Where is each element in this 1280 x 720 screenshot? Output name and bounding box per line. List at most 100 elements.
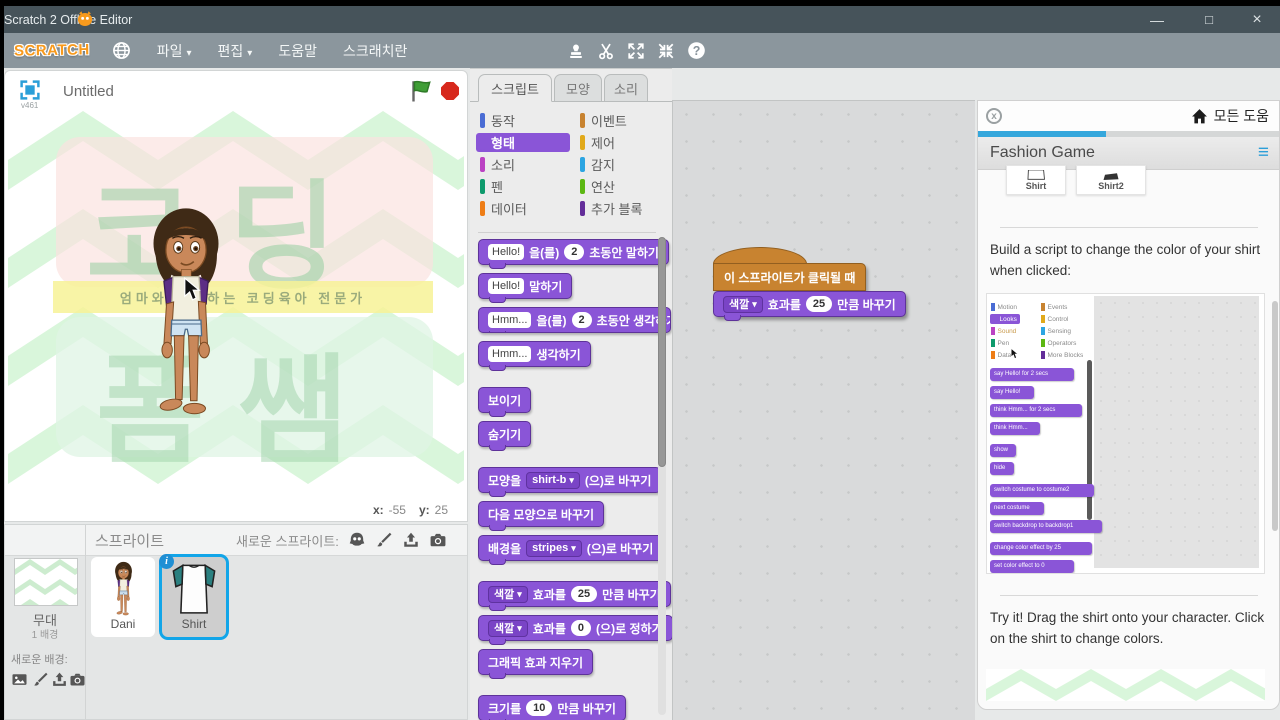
menu-file[interactable]: 파일 [157,41,192,61]
app-window: Scratch 2 Offline Editor — □ × SCRATCH 파… [0,0,1280,720]
hat-block-dome [713,247,807,264]
hamburger-menu-icon[interactable]: ≡ [1258,142,1269,164]
shrink-sprite-icon[interactable] [657,42,675,60]
block-change-effect-script[interactable]: 색깔효과를 25만큼 바꾸기 [713,291,906,321]
block-set-effect[interactable]: 색깔효과를 0(으)로 정하기 [478,615,673,645]
category-control[interactable]: 제어 [576,133,670,152]
delete-scissors-icon[interactable] [597,42,615,60]
watermark-banner: 엄마와 함께하는 코딩육아 전문가 [53,281,433,313]
category-sound[interactable]: 소리 [476,155,570,174]
category-data[interactable]: 데이터 [476,199,570,218]
category-events[interactable]: 이벤트 [576,111,670,130]
sprite-info-icon[interactable]: i [159,554,174,569]
sprite-dani-on-stage[interactable] [134,151,238,475]
tips-scrollbar-thumb[interactable] [1272,301,1278,531]
project-title: Untitled [63,83,114,100]
language-globe-icon[interactable] [112,41,131,60]
block-say[interactable]: Hello! 말하기 [478,273,573,303]
mini-block: change color effect by 25 [990,542,1092,555]
sprite-card-shirt[interactable]: i Shirt [159,554,229,640]
home-icon[interactable] [1191,108,1208,125]
tutorial-screenshot: Motion Events Looks Control Sound Sensin… [986,293,1265,574]
costume-thumb-shirt: Shirt [1006,165,1066,195]
stage-panel: v461 Untitled 코딩 폼쌤 엄마와 함께하는 코딩육아 전문가 x:… [4,70,468,522]
tab-scripts[interactable]: 스크립트 [478,74,552,102]
block-palette: 스크립트 모양 소리 동작 이벤트 형태 제어 소리 감지 펜 연산 데이터 추… [470,68,673,720]
sprite-card-dani[interactable]: Dani [91,557,155,637]
tab-costumes[interactable]: 모양 [554,74,602,102]
paint-backdrop-icon[interactable] [32,671,49,688]
tab-sounds[interactable]: 소리 [604,74,648,102]
block-next-costume[interactable]: 다음 모양으로 바꾸기 [478,501,605,531]
svg-text:?: ? [693,44,701,58]
mini-block: show [990,444,1016,457]
coord-y-value: 25 [434,503,448,517]
block-change-effect[interactable]: 색깔효과를 25만큼 바꾸기 [478,581,671,611]
fullscreen-icon[interactable] [19,79,41,101]
dani-thumbnail [110,561,137,617]
mini-block: say Hello! for 2 secs [990,368,1074,381]
close-button[interactable]: × [1240,6,1274,33]
coord-x-label: x: [372,503,384,517]
block-think[interactable]: Hmm... 생각하기 [478,341,591,371]
tutorial-title: Fashion Game [990,144,1095,161]
backdrop-count: 1 배경 [31,630,59,641]
duplicate-stamp-icon[interactable] [567,42,585,60]
upload-sprite-icon[interactable] [402,531,420,549]
green-flag-icon[interactable] [409,79,433,103]
coord-y-label: y: [418,503,430,517]
title-bar: Scratch 2 Offline Editor — □ × [4,6,1280,33]
block-show[interactable]: 보이기 [478,387,532,417]
block-hide[interactable]: 숨기기 [478,421,532,451]
mini-category-sensing: Sensing [1041,326,1071,336]
camera-sprite-icon[interactable] [429,531,447,549]
category-more-blocks[interactable]: 추가 블록 [576,199,670,218]
block-say-for-secs[interactable]: Hello! 을(를) 2 초동안 말하기 [478,239,669,269]
block-think-for-secs[interactable]: Hmm... 을(를) 2 초동안 생각하기 [478,307,671,333]
category-pen[interactable]: 펜 [476,177,570,196]
mini-category-operators: Operators [1041,338,1076,348]
backdrop-library-icon[interactable] [11,671,28,688]
mini-cursor [1009,348,1020,359]
minimize-button[interactable]: — [1140,6,1174,33]
sprite-name: Shirt [181,617,207,631]
block-change-size[interactable]: 크기를 10 만큼 바꾸기 [478,695,626,720]
upload-backdrop-icon[interactable] [51,671,68,688]
block-help-icon[interactable]: ? [687,41,706,60]
mini-category-events: Events [1041,302,1067,312]
tips-instruction-build: Build a script to change the color of yo… [990,242,1261,278]
all-tips-label[interactable]: 모든 도움 [1214,106,1269,126]
block-switch-backdrop[interactable]: 배경을stripes (으)로 바꾸기 [478,535,664,565]
maximize-button[interactable]: □ [1192,6,1226,33]
shirt-thumbnail [169,560,219,617]
menu-bar: SCRATCH 파일 편집 도움말 스크래치란 [4,33,1280,68]
menu-about[interactable]: 스크래치란 [343,41,407,61]
new-sprite-library-icon[interactable] [348,531,366,549]
new-backdrop-label: 새로운 배경: [11,654,68,666]
palette-scrollbar-thumb[interactable] [658,237,666,467]
block-switch-costume[interactable]: 모양을shirt-b (으)로 바꾸기 [478,467,662,497]
tips-backdrop-image [986,669,1265,701]
stage-thumbnail[interactable] [14,558,78,606]
scratch-cat-icon [77,11,93,27]
mouse-cursor [180,277,204,301]
category-operators[interactable]: 연산 [576,177,670,196]
category-motion[interactable]: 동작 [476,111,570,130]
mini-block: switch costume to costume2 [990,484,1094,497]
category-sensing[interactable]: 감지 [576,155,670,174]
menu-edit[interactable]: 편집 [218,41,253,61]
mini-category-motion: Motion [991,302,1017,312]
block-when-sprite-clicked[interactable]: 이 스프라이트가 클릭될 때 [713,263,867,291]
paint-new-sprite-icon[interactable] [375,531,393,549]
close-tips-icon[interactable]: x [986,108,1002,124]
grow-sprite-icon[interactable] [627,42,645,60]
camera-backdrop-icon[interactable] [69,671,86,688]
menu-help[interactable]: 도움말 [278,41,317,61]
mouse-coordinates: x: -55 y: 25 [8,499,464,521]
category-looks[interactable]: 형태 [476,133,570,152]
block-clear-effects[interactable]: 그래픽 효과 지우기 [478,649,593,679]
costume-thumb-shirt2: Shirt2 [1076,165,1146,195]
stop-sign-button[interactable] [441,82,459,100]
scripts-workspace[interactable]: 이 스프라이트가 클릭될 때 색깔효과를 25만큼 바꾸기 [672,100,975,720]
mini-block: think Hmm... [990,422,1040,435]
